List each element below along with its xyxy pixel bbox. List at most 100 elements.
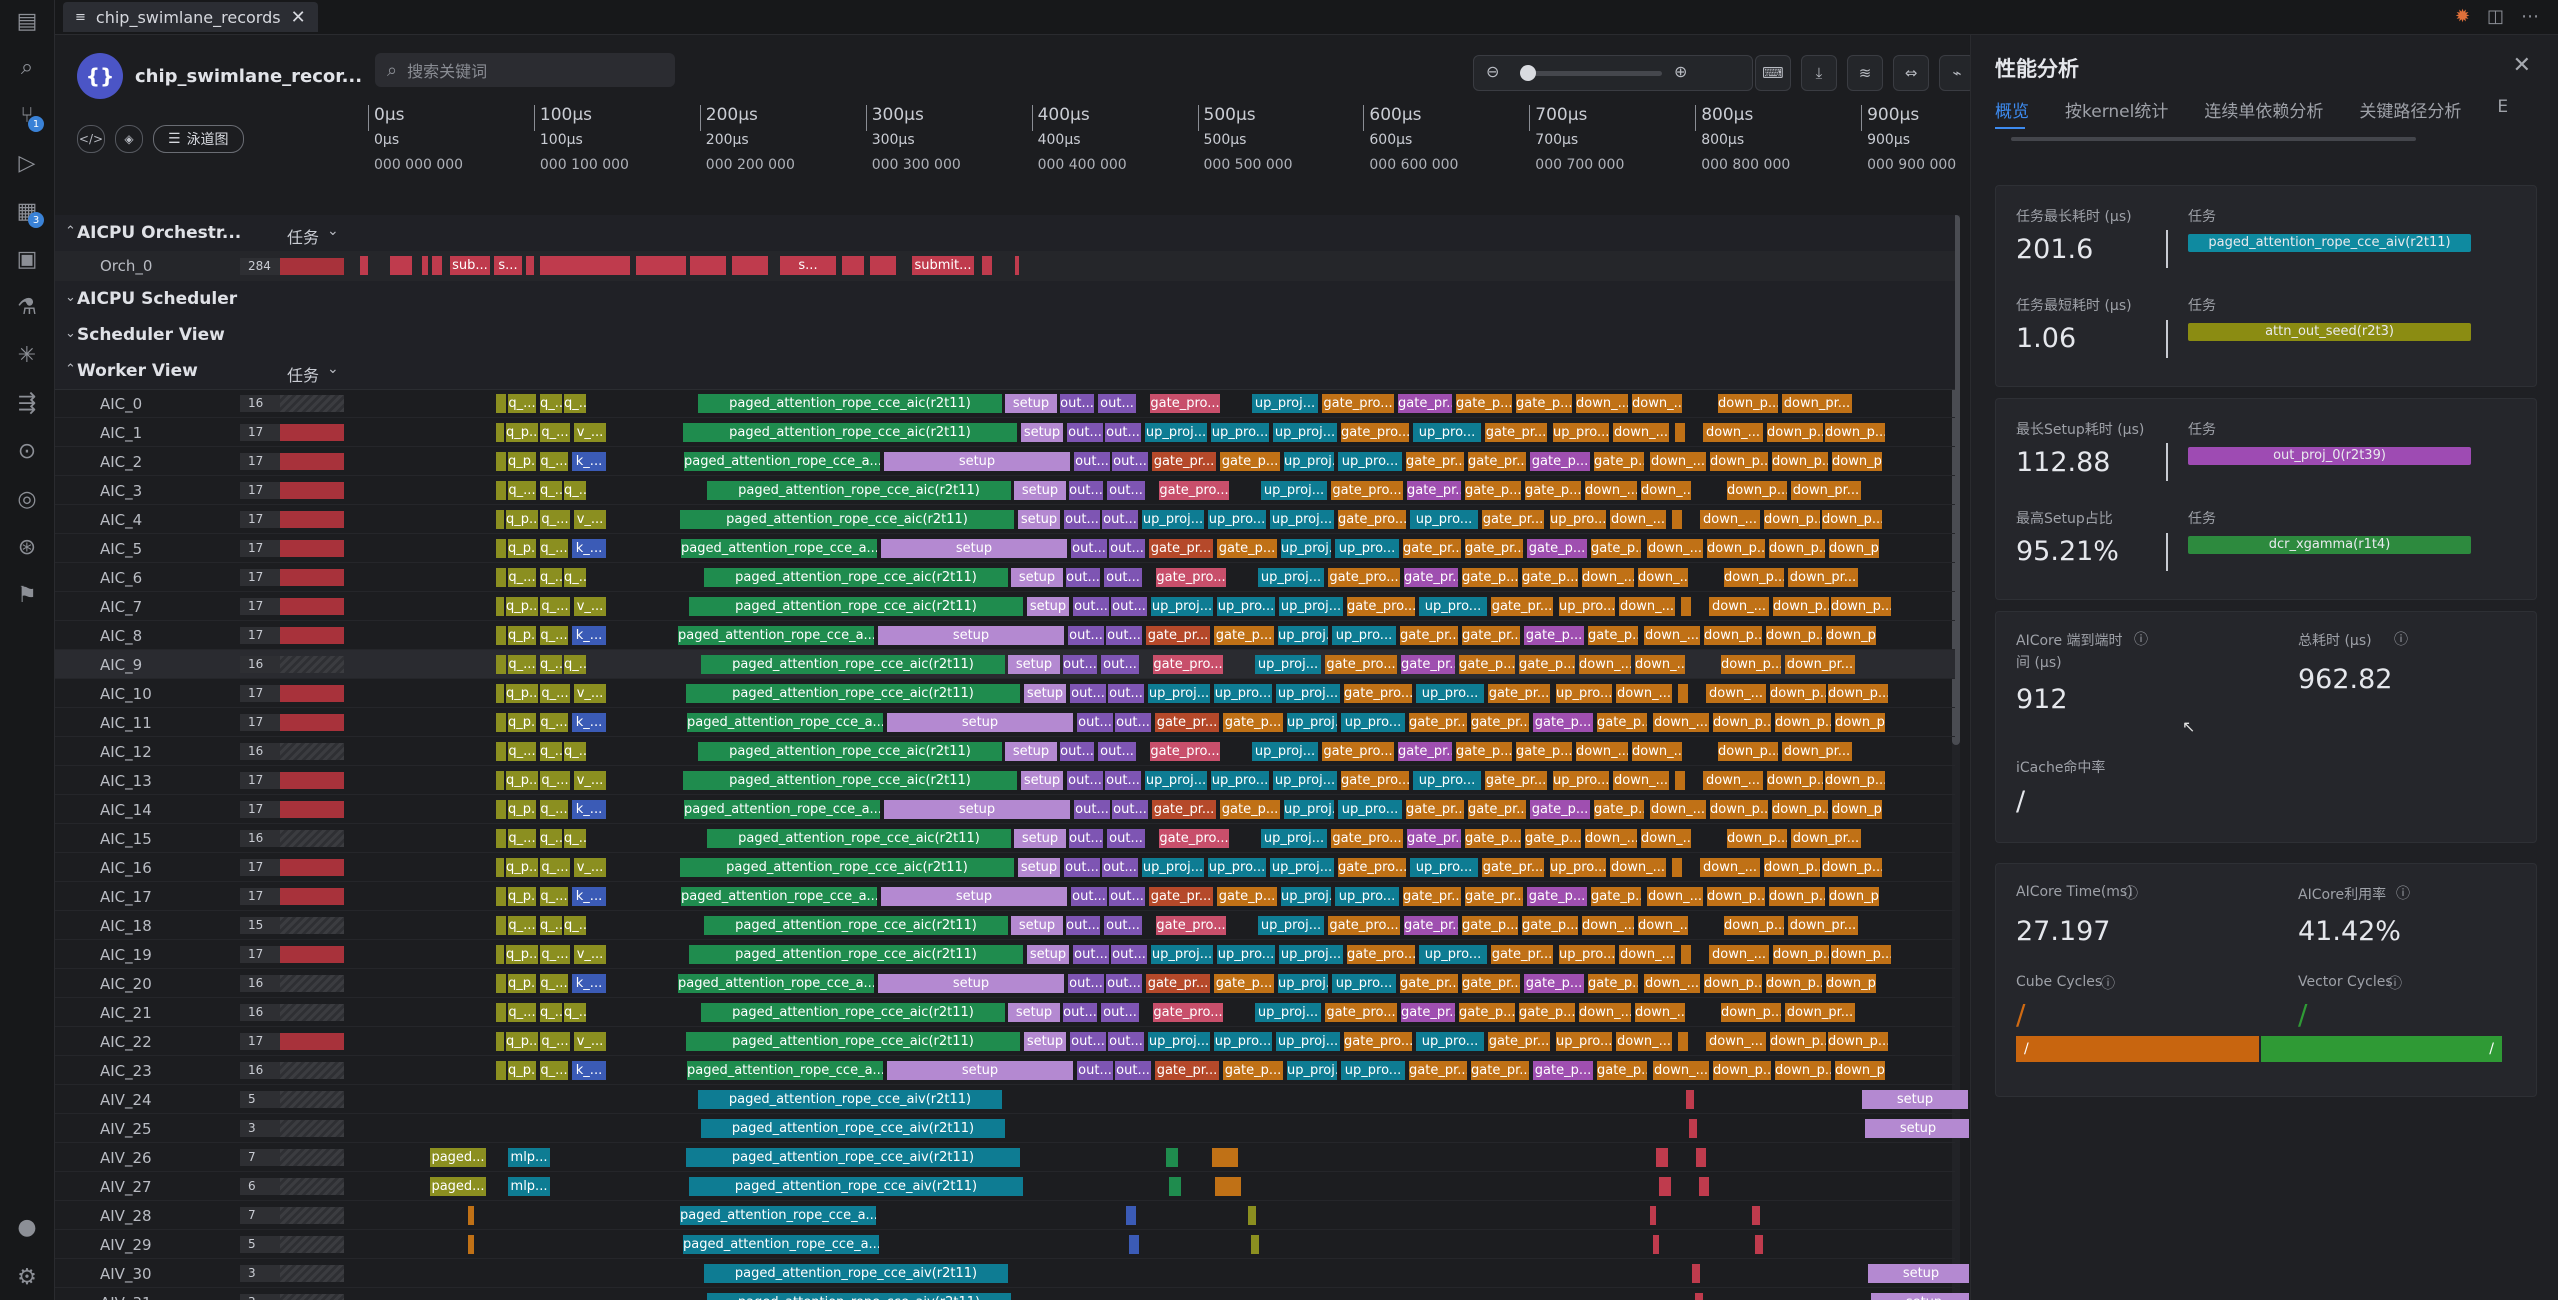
- task-block[interactable]: up_proj...: [1278, 626, 1328, 645]
- task-block[interactable]: down_...: [1610, 510, 1666, 529]
- task-block[interactable]: down_p...: [1710, 452, 1768, 471]
- task-block[interactable]: gate_p...: [1525, 481, 1581, 500]
- task-block[interactable]: out...: [1112, 452, 1148, 471]
- zoom-slider-handle[interactable]: [1520, 65, 1536, 81]
- task-block[interactable]: down_p...: [1764, 858, 1820, 877]
- layers-icon[interactable]: ≋: [1847, 55, 1883, 91]
- task-block[interactable]: up_pro...: [1410, 510, 1478, 529]
- settings-gear-icon[interactable]: ⚙: [12, 1262, 42, 1292]
- task-block[interactable]: paged_attention_rope_cce_aic(r2t11): [683, 771, 1017, 790]
- task-block[interactable]: s...: [494, 256, 522, 275]
- task-block[interactable]: k_...: [572, 1061, 606, 1080]
- task-block[interactable]: down_...: [1700, 510, 1760, 529]
- task-block[interactable]: [540, 256, 630, 275]
- task-block[interactable]: out...: [1111, 945, 1147, 964]
- task-block[interactable]: down_p...: [1775, 713, 1831, 732]
- task-block[interactable]: out...: [1064, 510, 1100, 529]
- extensions-icon[interactable]: ▦ 3: [12, 196, 44, 228]
- task-block[interactable]: q_...: [508, 394, 536, 413]
- task-block[interactable]: gate_p...: [1522, 916, 1578, 935]
- task-block[interactable]: q_p...: [508, 887, 536, 906]
- task-block[interactable]: q_...: [508, 655, 536, 674]
- task-block[interactable]: gate_pro...: [1322, 742, 1394, 761]
- task-block[interactable]: down_p...: [1769, 887, 1825, 906]
- task-block[interactable]: [526, 256, 534, 275]
- task-block[interactable]: down_...: [1703, 771, 1763, 790]
- close-icon[interactable]: ✕: [2513, 53, 2531, 78]
- task-block[interactable]: gate_p...: [1214, 626, 1274, 645]
- task-block[interactable]: out...: [1109, 539, 1145, 558]
- task-block[interactable]: down_...: [1616, 1032, 1672, 1051]
- task-block[interactable]: down_p...: [1835, 713, 1885, 732]
- task-block[interactable]: down_...: [1653, 1061, 1709, 1080]
- help-icon[interactable]: ⓘ: [2134, 629, 2148, 649]
- task-block[interactable]: gate_pr...: [1404, 916, 1458, 935]
- task-block[interactable]: [360, 256, 368, 275]
- task-block[interactable]: paged_attention_rope_cce_aic(r2t11): [683, 423, 1017, 442]
- keyboard-icon[interactable]: ⌨: [1755, 55, 1791, 91]
- task-block[interactable]: q_...: [540, 945, 570, 964]
- task-block[interactable]: setup: [1024, 684, 1066, 703]
- task-block[interactable]: out...: [1115, 713, 1151, 732]
- task-block[interactable]: down_...: [1703, 423, 1763, 442]
- task-block[interactable]: up_pro...: [1208, 510, 1266, 529]
- task-block[interactable]: q_...: [540, 1061, 568, 1080]
- task-block[interactable]: out...: [1073, 945, 1109, 964]
- task-block[interactable]: gate_pr...: [1468, 800, 1526, 819]
- task-block[interactable]: gate_p...: [1597, 713, 1647, 732]
- task-block[interactable]: gate_pr...: [1155, 713, 1219, 732]
- task-block[interactable]: gate_p...: [1459, 655, 1515, 674]
- task-block[interactable]: [1675, 423, 1685, 442]
- task-block[interactable]: q_...: [540, 713, 568, 732]
- task-block[interactable]: down_pr...: [1782, 394, 1852, 413]
- task-block[interactable]: down_pr...: [1791, 829, 1861, 848]
- task-block[interactable]: v_...: [574, 684, 606, 703]
- task-block[interactable]: gate_pr...: [1468, 452, 1526, 471]
- task-block[interactable]: [1695, 1293, 1703, 1300]
- task-block[interactable]: paged_attention_rope_cce_aic(r2t11): [698, 742, 1002, 761]
- task-block[interactable]: down_p...: [1773, 945, 1829, 964]
- task-block[interactable]: up_proj...: [1273, 423, 1337, 442]
- task-block[interactable]: [1169, 1177, 1181, 1196]
- task-block[interactable]: gate_pro...: [1156, 916, 1226, 935]
- task-block[interactable]: [432, 256, 442, 275]
- task-block[interactable]: gate_pro...: [1322, 394, 1394, 413]
- task-block[interactable]: up_proj...: [1284, 800, 1334, 819]
- task-block[interactable]: [982, 256, 992, 275]
- task-block[interactable]: up_pro...: [1410, 858, 1478, 877]
- task-block[interactable]: out...: [1104, 568, 1142, 587]
- task-block[interactable]: paged_attention_rope_cce_aic(r2t11): [689, 597, 1023, 616]
- task-block[interactable]: down_pr...: [1782, 742, 1852, 761]
- lane-row[interactable]: AIC_5 17 q_p...q_...k_... paged_attention_r…: [55, 534, 1955, 563]
- task-block[interactable]: q_...: [540, 858, 570, 877]
- task-block[interactable]: down_p...: [1822, 858, 1882, 877]
- task-block[interactable]: gate_pr...: [1152, 452, 1216, 471]
- task-block[interactable]: [842, 256, 864, 275]
- task-block[interactable]: gate_p...: [1594, 452, 1644, 471]
- task-block[interactable]: up_proj...: [1279, 945, 1343, 964]
- task-block[interactable]: down_p...: [1766, 626, 1822, 645]
- task-block[interactable]: q_p...: [506, 597, 538, 616]
- task-block[interactable]: gate_pr...: [1491, 597, 1553, 616]
- task-block[interactable]: out...: [1070, 1032, 1106, 1051]
- task-block[interactable]: gate_pr...: [1488, 1032, 1550, 1051]
- task-block[interactable]: gate_pr...: [1491, 945, 1553, 964]
- task-block[interactable]: paged_attention_rope_cce_a...: [687, 713, 883, 732]
- task-block[interactable]: gate_pr...: [1482, 858, 1544, 877]
- task-block[interactable]: gate_p...: [1525, 829, 1581, 848]
- task-block[interactable]: up_pro...: [1416, 684, 1484, 703]
- remote-icon[interactable]: ▣: [12, 244, 42, 274]
- task-block[interactable]: k_...: [572, 626, 606, 645]
- lane-group-header[interactable]: ⌃ Worker View 任务 ⌄: [55, 353, 1955, 390]
- task-block[interactable]: up_pro...: [1338, 800, 1402, 819]
- task-block[interactable]: up_proj...: [1284, 452, 1334, 471]
- task-block[interactable]: up_pro...: [1559, 945, 1615, 964]
- task-block[interactable]: up_pro...: [1211, 423, 1269, 442]
- task-block[interactable]: gate_pr...: [1465, 539, 1523, 558]
- task-block[interactable]: q_...: [540, 887, 568, 906]
- asterisk-icon[interactable]: ✳: [12, 340, 42, 370]
- task-block[interactable]: [1015, 256, 1019, 275]
- task-block[interactable]: [390, 256, 412, 275]
- task-block[interactable]: down_...: [1700, 858, 1760, 877]
- task-block[interactable]: setup: [881, 887, 1067, 906]
